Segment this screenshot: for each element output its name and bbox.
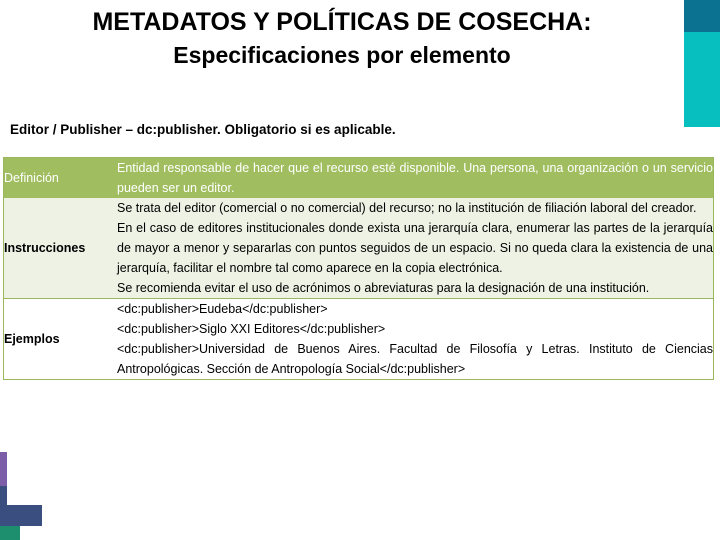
row-label-definicion-cont bbox=[3, 198, 117, 218]
example-line-1: <dc:publisher>Eudeba</dc:publisher> bbox=[117, 302, 328, 316]
table-row: Definición Entidad responsable de hacer … bbox=[3, 157, 714, 198]
page-title-line-1: METADATOS Y POLÍTICAS DE COSECHA: bbox=[92, 8, 592, 36]
decor-block-green bbox=[0, 526, 20, 540]
decor-block-teal-dark bbox=[684, 0, 720, 32]
page-title: METADATOS Y POLÍTICAS DE COSECHA: Especi… bbox=[0, 6, 684, 72]
row-content-definicion: Entidad responsable de hacer que el recu… bbox=[117, 157, 714, 198]
decor-block-teal-light bbox=[684, 32, 720, 127]
row-content-instrucciones: En el caso de editores institucionales d… bbox=[117, 218, 714, 278]
specification-table: Definición Entidad responsable de hacer … bbox=[3, 157, 714, 380]
decor-block-blue bbox=[0, 505, 42, 526]
table-row: Se recomienda evitar el uso de acrónimos… bbox=[3, 278, 714, 299]
element-subtitle: Editor / Publisher – dc:publisher. Oblig… bbox=[10, 122, 396, 137]
example-line-2: <dc:publisher>Siglo XXI Editores</dc:pub… bbox=[117, 322, 386, 336]
row-label-instrucciones-cont bbox=[3, 278, 117, 299]
row-content-ejemplos: <dc:publisher>Eudeba</dc:publisher> <dc:… bbox=[117, 298, 714, 380]
table-row: Instrucciones En el caso de editores ins… bbox=[3, 218, 714, 278]
row-label-instrucciones: Instrucciones bbox=[3, 218, 117, 278]
example-line-3: <dc:publisher>Universidad de Buenos Aire… bbox=[117, 342, 713, 376]
row-content-definicion-cont: Se trata del editor (comercial o no come… bbox=[117, 198, 714, 218]
row-content-instrucciones-cont: Se recomienda evitar el uso de acrónimos… bbox=[117, 278, 714, 299]
page-title-line-2: Especificaciones por elemento bbox=[173, 42, 511, 68]
decor-strip-purple bbox=[0, 452, 7, 486]
table-row: Se trata del editor (comercial o no come… bbox=[3, 198, 714, 218]
table-row: Ejemplos <dc:publisher>Eudeba</dc:publis… bbox=[3, 298, 714, 380]
row-label-definicion: Definición bbox=[3, 157, 117, 198]
row-label-ejemplos: Ejemplos bbox=[3, 298, 117, 380]
